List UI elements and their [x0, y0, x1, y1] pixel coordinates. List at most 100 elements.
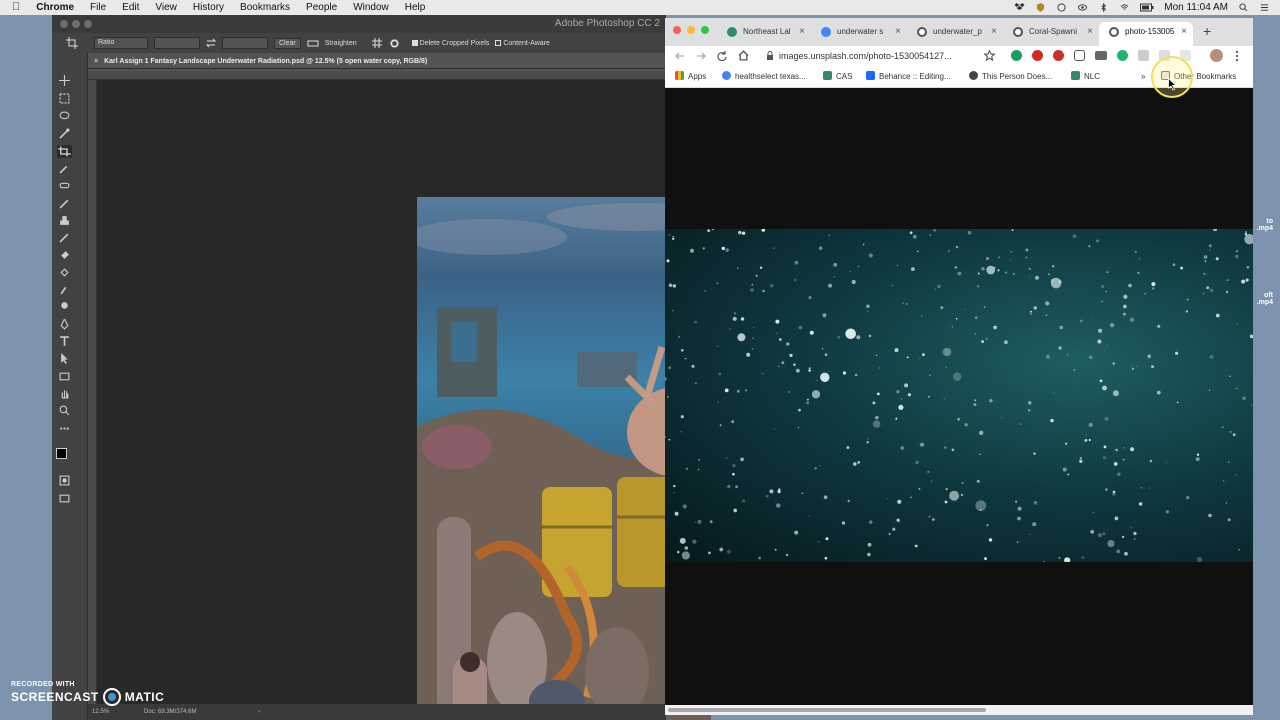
smudge-tool-icon[interactable]	[59, 284, 70, 295]
extension-pocket-icon[interactable]	[1074, 50, 1085, 61]
apple-icon[interactable]: 	[12, 0, 20, 15]
lasso-tool-icon[interactable]	[59, 111, 70, 122]
minimize-window-button[interactable]	[72, 20, 80, 28]
menu-history[interactable]: History	[193, 0, 224, 15]
chevron-right-icon[interactable]: ›	[258, 709, 260, 715]
crop-height-input[interactable]	[222, 37, 268, 49]
menu-view[interactable]: View	[155, 0, 177, 15]
content-aware-checkbox[interactable]: Content-Aware	[495, 40, 550, 47]
zoom-window-button[interactable]	[84, 20, 92, 28]
cast-icon[interactable]	[1056, 3, 1067, 12]
straighten-label[interactable]: Straighten	[325, 40, 357, 47]
bookmarks-overflow-chevron-icon[interactable]: »	[1141, 66, 1145, 88]
close-window-button[interactable]	[673, 26, 681, 34]
crop-width-input[interactable]	[154, 37, 200, 49]
healing-brush-tool-icon[interactable]	[59, 180, 70, 191]
tab-underwater-p[interactable]: underwater_p ×	[907, 22, 1003, 46]
path-selection-tool-icon[interactable]	[59, 353, 70, 364]
scrollbar-thumb[interactable]	[668, 708, 986, 712]
reload-icon[interactable]	[717, 51, 727, 61]
menu-help[interactable]: Help	[405, 0, 426, 15]
swap-dimensions-icon[interactable]	[206, 38, 216, 48]
screen-mode-icon[interactable]	[59, 493, 70, 504]
brush-tool-icon[interactable]	[59, 198, 70, 209]
shield-icon[interactable]	[1035, 3, 1046, 12]
extension-video-icon[interactable]	[1095, 51, 1107, 60]
straighten-icon[interactable]	[307, 38, 319, 48]
bookmark-nlc[interactable]: NLC	[1071, 66, 1100, 88]
extension-pinterest-icon[interactable]	[1032, 50, 1043, 61]
bookmark-behance[interactable]: Behance :: Editing...	[866, 66, 951, 88]
close-tab-icon[interactable]: ×	[1181, 22, 1187, 42]
bookmark-healthselect[interactable]: healthselect texas...	[722, 66, 806, 88]
tab-northeast[interactable]: Northeast Lal ×	[717, 22, 811, 46]
minimize-window-button[interactable]	[687, 26, 695, 34]
home-icon[interactable]	[738, 50, 749, 61]
extension-grey-icon[interactable]	[1138, 50, 1149, 61]
quick-selection-tool-icon[interactable]	[59, 128, 70, 139]
type-tool-icon[interactable]	[59, 336, 70, 347]
move-tool-icon[interactable]	[59, 75, 70, 86]
ratio-select[interactable]: Ratio	[94, 37, 148, 49]
close-document-icon[interactable]: ×	[94, 58, 98, 65]
paint-bucket-tool-icon[interactable]	[59, 267, 70, 278]
crop-tool-icon[interactable]	[57, 145, 72, 158]
marquee-tool-icon[interactable]	[59, 93, 70, 104]
notification-center-icon[interactable]	[1259, 3, 1270, 12]
zoom-tool-icon[interactable]	[59, 405, 70, 416]
menu-people[interactable]: People	[306, 0, 337, 15]
underwater-bubbles-photo[interactable]	[665, 229, 1253, 562]
bookmark-this-person[interactable]: This Person Does...	[969, 66, 1052, 88]
close-tab-icon[interactable]: ×	[991, 22, 997, 42]
horizontal-scrollbar[interactable]	[665, 705, 1253, 715]
bluetooth-icon[interactable]	[1098, 3, 1109, 12]
document-tab[interactable]: × Karl Assign 1 Fantasy Landscape Underwa…	[88, 55, 666, 69]
close-tab-icon[interactable]: ×	[799, 22, 805, 42]
close-window-button[interactable]	[60, 20, 68, 28]
canvas-area[interactable]	[97, 80, 711, 720]
delete-cropped-pixels-checkbox[interactable]: Delete Cropped Pixels	[411, 40, 489, 47]
pen-tool-icon[interactable]	[59, 319, 70, 330]
profile-avatar[interactable]	[1210, 49, 1223, 62]
menu-window[interactable]: Window	[353, 0, 389, 15]
dodge-tool-icon[interactable]	[59, 301, 70, 312]
menubar-clock[interactable]: Mon 11:04 AM	[1164, 2, 1228, 13]
menu-edit[interactable]: Edit	[122, 0, 139, 15]
quick-mask-icon[interactable]	[59, 475, 70, 486]
more-tools-icon[interactable]	[59, 423, 70, 434]
chrome-menu-icon[interactable]	[1235, 50, 1239, 62]
bookmark-cas[interactable]: CAS	[823, 66, 852, 88]
tab-coral-spawning[interactable]: Coral-Spawni ×	[1003, 22, 1099, 46]
zoom-level[interactable]: 12.5%	[92, 704, 109, 720]
clear-button[interactable]: Clear	[274, 37, 301, 49]
menu-chrome[interactable]: Chrome	[36, 0, 74, 15]
desktop-file-1[interactable]: to .mp4	[1253, 218, 1273, 232]
desktop-file-2[interactable]: oft .mp4	[1253, 292, 1273, 306]
address-bar[interactable]: images.unsplash.com/photo-1530054127...	[765, 48, 997, 64]
crop-icon[interactable]	[66, 37, 78, 49]
foreground-color-swatch[interactable]	[56, 448, 67, 459]
hand-tool-icon[interactable]	[59, 388, 70, 399]
eye-icon[interactable]	[1077, 3, 1088, 12]
close-tab-icon[interactable]: ×	[895, 22, 901, 42]
menu-file[interactable]: File	[90, 0, 106, 15]
gear-icon[interactable]	[389, 38, 400, 49]
battery-icon[interactable]	[1140, 3, 1154, 12]
zoom-window-button[interactable]	[701, 26, 709, 34]
back-icon[interactable]	[675, 51, 685, 61]
page-viewport[interactable]	[665, 88, 1253, 705]
forward-icon[interactable]	[696, 51, 706, 61]
history-brush-tool-icon[interactable]	[59, 232, 70, 243]
menu-bookmarks[interactable]: Bookmarks	[240, 0, 290, 15]
eyedropper-tool-icon[interactable]	[59, 163, 70, 174]
extension-grammarly-icon[interactable]	[1011, 50, 1022, 61]
grid-overlay-icon[interactable]	[371, 37, 383, 49]
tab-photo-active[interactable]: photo-153005 ×	[1099, 22, 1193, 46]
dropbox-icon[interactable]	[1014, 3, 1025, 12]
new-tab-button[interactable]: +	[1203, 23, 1211, 39]
tab-underwater-search[interactable]: underwater s ×	[811, 22, 907, 46]
extension-green-icon[interactable]	[1117, 50, 1128, 61]
clone-stamp-tool-icon[interactable]	[59, 215, 70, 226]
rectangle-tool-icon[interactable]	[59, 371, 70, 382]
extension-adblock-icon[interactable]	[1053, 50, 1064, 61]
